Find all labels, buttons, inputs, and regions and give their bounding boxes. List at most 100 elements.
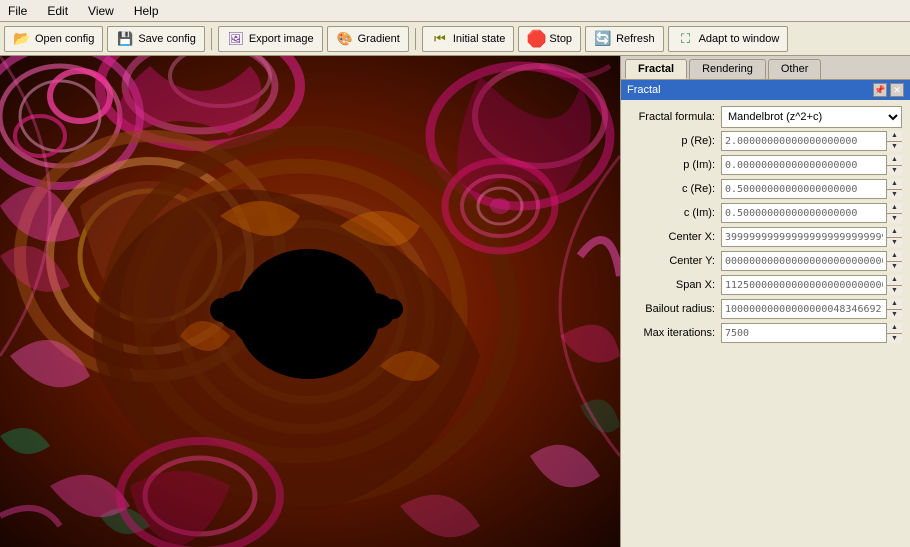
c-im-up[interactable]: ▲ <box>887 203 902 214</box>
span-x-down[interactable]: ▼ <box>887 286 902 296</box>
c-re-input-wrap: ▲ ▼ <box>721 179 902 199</box>
toolbar: 📂 Open config 💾 Save config 🖼 Export ima… <box>0 22 910 56</box>
c-re-row: c (Re): ▲ ▼ <box>629 178 902 200</box>
center-y-input[interactable] <box>721 251 902 271</box>
span-x-input[interactable] <box>721 275 902 295</box>
save-icon: 💾 <box>116 30 134 48</box>
max-iterations-input[interactable] <box>721 323 902 343</box>
p-im-down[interactable]: ▼ <box>887 166 902 176</box>
export-icon: 🖼 <box>227 30 245 48</box>
folder-icon: 📂 <box>13 30 31 48</box>
adapt-icon: ⛶ <box>677 30 695 48</box>
span-x-spinbtns: ▲ ▼ <box>886 275 902 295</box>
span-x-up[interactable]: ▲ <box>887 275 902 286</box>
center-y-spinbtns: ▲ ▼ <box>886 251 902 271</box>
bailout-radius-row: Bailout radius: ▲ ▼ <box>629 298 902 320</box>
max-iterations-label: Max iterations: <box>629 327 721 339</box>
panel-title: Fractal <box>627 84 661 96</box>
fractal-formula-input-wrap: Mandelbrot (z^2+c) Julia Burning Ship Tr… <box>721 106 902 128</box>
right-panel: Fractal Rendering Other Fractal 📌 ✕ Frac… <box>620 56 910 547</box>
center-x-input-wrap: ▲ ▼ <box>721 227 902 247</box>
center-x-input[interactable] <box>721 227 902 247</box>
p-im-row: p (Im): ▲ ▼ <box>629 154 902 176</box>
bailout-radius-spinbtns: ▲ ▼ <box>886 299 902 319</box>
adapt-label: Adapt to window <box>699 33 780 45</box>
center-x-up[interactable]: ▲ <box>887 227 902 238</box>
c-im-input[interactable] <box>721 203 902 223</box>
open-config-label: Open config <box>35 33 94 45</box>
main-content: Fractal Rendering Other Fractal 📌 ✕ Frac… <box>0 56 910 547</box>
gradient-label: Gradient <box>358 33 400 45</box>
p-im-spinbtns: ▲ ▼ <box>886 155 902 175</box>
p-re-label: p (Re): <box>629 135 721 147</box>
p-re-spinbtns: ▲ ▼ <box>886 131 902 151</box>
menu-help[interactable]: Help <box>130 4 163 18</box>
c-im-row: c (Im): ▲ ▼ <box>629 202 902 224</box>
fractal-formula-row: Fractal formula: Mandelbrot (z^2+c) Juli… <box>629 106 902 128</box>
panel-title-buttons: 📌 ✕ <box>873 83 904 97</box>
stop-icon: 🛑 <box>527 30 545 48</box>
c-re-up[interactable]: ▲ <box>887 179 902 190</box>
center-x-down[interactable]: ▼ <box>887 238 902 248</box>
fractal-formula-select[interactable]: Mandelbrot (z^2+c) Julia Burning Ship Tr… <box>721 106 902 128</box>
stop-button[interactable]: 🛑 Stop <box>518 26 581 52</box>
initial-icon: ⏮ <box>431 30 449 48</box>
gradient-button[interactable]: 🎨 Gradient <box>327 26 409 52</box>
separator-2 <box>415 28 416 50</box>
span-x-label: Span X: <box>629 279 721 291</box>
adapt-button[interactable]: ⛶ Adapt to window <box>668 26 789 52</box>
separator-1 <box>211 28 212 50</box>
fractal-area[interactable] <box>0 56 620 547</box>
center-x-label: Center X: <box>629 231 721 243</box>
center-y-row: Center Y: ▲ ▼ <box>629 250 902 272</box>
bailout-radius-up[interactable]: ▲ <box>887 299 902 310</box>
c-re-down[interactable]: ▼ <box>887 190 902 200</box>
p-im-input-wrap: ▲ ▼ <box>721 155 902 175</box>
c-im-label: c (Im): <box>629 207 721 219</box>
bailout-radius-label: Bailout radius: <box>629 303 721 315</box>
tab-other[interactable]: Other <box>768 59 822 79</box>
refresh-icon: 🔄 <box>594 30 612 48</box>
c-im-input-wrap: ▲ ▼ <box>721 203 902 223</box>
c-re-label: c (Re): <box>629 183 721 195</box>
center-x-row: Center X: ▲ ▼ <box>629 226 902 248</box>
center-y-input-wrap: ▲ ▼ <box>721 251 902 271</box>
max-iterations-down[interactable]: ▼ <box>887 334 902 344</box>
bailout-radius-input[interactable] <box>721 299 902 319</box>
c-re-spinbtns: ▲ ▼ <box>886 179 902 199</box>
fields-area: Fractal formula: Mandelbrot (z^2+c) Juli… <box>621 100 910 547</box>
refresh-label: Refresh <box>616 33 655 45</box>
menu-edit[interactable]: Edit <box>43 4 72 18</box>
menu-view[interactable]: View <box>84 4 118 18</box>
p-re-up[interactable]: ▲ <box>887 131 902 142</box>
fractal-canvas <box>0 56 620 547</box>
center-y-label: Center Y: <box>629 255 721 267</box>
panel-close-button[interactable]: ✕ <box>890 83 904 97</box>
c-re-input[interactable] <box>721 179 902 199</box>
tab-rendering[interactable]: Rendering <box>689 59 766 79</box>
export-image-button[interactable]: 🖼 Export image <box>218 26 323 52</box>
span-x-row: Span X: ▲ ▼ <box>629 274 902 296</box>
menu-file[interactable]: File <box>4 4 31 18</box>
center-y-down[interactable]: ▼ <box>887 262 902 272</box>
c-im-spinbtns: ▲ ▼ <box>886 203 902 223</box>
max-iterations-input-wrap: ▲ ▼ <box>721 323 902 343</box>
p-re-input[interactable] <box>721 131 902 151</box>
p-im-up[interactable]: ▲ <box>887 155 902 166</box>
span-x-input-wrap: ▲ ▼ <box>721 275 902 295</box>
open-config-button[interactable]: 📂 Open config <box>4 26 103 52</box>
c-im-down[interactable]: ▼ <box>887 214 902 224</box>
panel-pin-button[interactable]: 📌 <box>873 83 887 97</box>
center-y-up[interactable]: ▲ <box>887 251 902 262</box>
p-re-row: p (Re): ▲ ▼ <box>629 130 902 152</box>
max-iterations-up[interactable]: ▲ <box>887 323 902 334</box>
initial-state-button[interactable]: ⏮ Initial state <box>422 26 515 52</box>
save-config-button[interactable]: 💾 Save config <box>107 26 204 52</box>
refresh-button[interactable]: 🔄 Refresh <box>585 26 664 52</box>
export-image-label: Export image <box>249 33 314 45</box>
panel-title-bar: Fractal 📌 ✕ <box>621 80 910 100</box>
tab-fractal[interactable]: Fractal <box>625 59 687 79</box>
bailout-radius-down[interactable]: ▼ <box>887 310 902 320</box>
p-re-down[interactable]: ▼ <box>887 142 902 152</box>
p-im-input[interactable] <box>721 155 902 175</box>
